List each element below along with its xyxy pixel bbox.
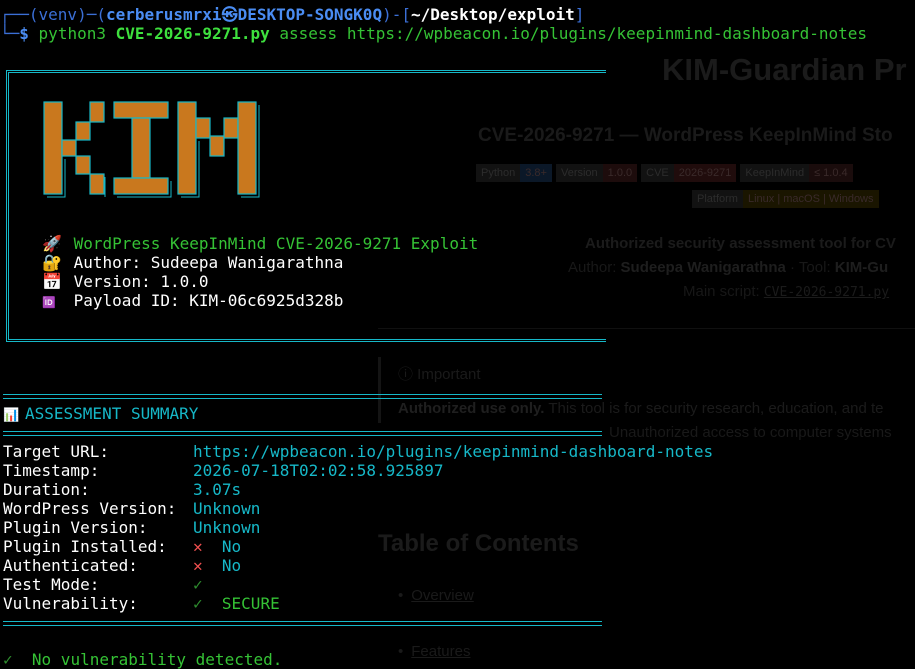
row-timestamp: Timestamp: 2026-07-18T02:02:58.925897: [3, 461, 444, 480]
shell-prompt: ┌──(venv)─(cerberusmrxi㉿DESKTOP-SONGK0Q)…: [0, 5, 585, 24]
row-wp-version: WordPress Version: Unknown: [3, 499, 261, 518]
row-test-mode: Test Mode: ✓: [3, 575, 203, 594]
rocket-icon: 🚀: [42, 234, 62, 253]
toc-heading: Table of Contents: [378, 530, 579, 557]
cross-icon: ✕: [193, 537, 203, 556]
row-plugin-installed: Plugin Installed: ✕ No: [3, 537, 242, 556]
main-script-link[interactable]: CVE-2026-9271.py: [764, 285, 889, 300]
row-vulnerability: Vulnerability: ✓ SECURE: [3, 594, 280, 613]
check-icon: ✓: [3, 650, 13, 669]
row-target-url: Target URL: https://wpbeacon.io/plugins/k…: [3, 442, 714, 461]
summary-rule-top: [3, 394, 602, 399]
command-line: └─$ python3 CVE-2026-9271.py assess http…: [0, 24, 867, 43]
toc-item-features[interactable]: Features: [398, 643, 470, 660]
result-line: ✓ No vulnerability detected.: [3, 650, 283, 669]
summary-rule-bottom: [3, 621, 602, 626]
row-plugin-version: Plugin Version: Unknown: [3, 518, 261, 537]
banner-version-line: 📅 Version: 1.0.0: [42, 272, 209, 291]
row-duration: Duration: 3.07s: [3, 480, 242, 499]
important-callout-title: ⓘ Important: [398, 366, 481, 383]
banner-title-line: 🚀 WordPress KeepInMind CVE-2026-9271 Exp…: [42, 234, 479, 253]
toc-item-overview[interactable]: Overview: [398, 587, 474, 604]
chart-icon: 📊: [3, 408, 20, 423]
readme-tagline: Authorized security assessment tool for …: [585, 235, 896, 252]
check-icon: ✓: [193, 575, 203, 594]
banner-author-line: 🔐 Author: Sudeepa Wanigarathna: [42, 253, 344, 272]
callout-bar: [378, 357, 381, 423]
readme-badge: KeepInMind ≤ 1.0.4: [740, 164, 853, 182]
calendar-icon: 📅: [42, 272, 62, 291]
summary-rule-mid: [3, 431, 602, 436]
unauthorized-text: Unauthorized access to computer systems: [609, 424, 892, 441]
row-authenticated: Authenticated: ✕ No: [3, 556, 242, 575]
readme-badge: CVE 2026-9271: [641, 164, 737, 182]
cross-icon: ✕: [193, 556, 203, 575]
readme-title: KIM-Guardian Pr: [662, 52, 907, 87]
id-icon: 🆔: [42, 296, 56, 309]
script-name: CVE-2026-9271.py: [115, 24, 270, 43]
banner-payload-line: 🆔 Payload ID: KIM-06c6925d328b: [42, 291, 344, 310]
kim-ascii-logo: [43, 101, 260, 198]
readme-author-line: Author: Sudeepa Wanigarathna · Tool: KIM…: [568, 259, 889, 276]
check-icon: ✓: [193, 594, 203, 613]
summary-heading: 📊 ASSESSMENT SUMMARY: [3, 404, 199, 423]
readme-main-script: Main script: CVE-2026-9271.py: [683, 283, 890, 300]
authorized-use-text: Authorized use only. This tool is for se…: [398, 400, 884, 417]
readme-badge: Platform Linux | macOS | Windows: [692, 190, 879, 208]
lock-key-icon: 🔐: [42, 253, 62, 272]
